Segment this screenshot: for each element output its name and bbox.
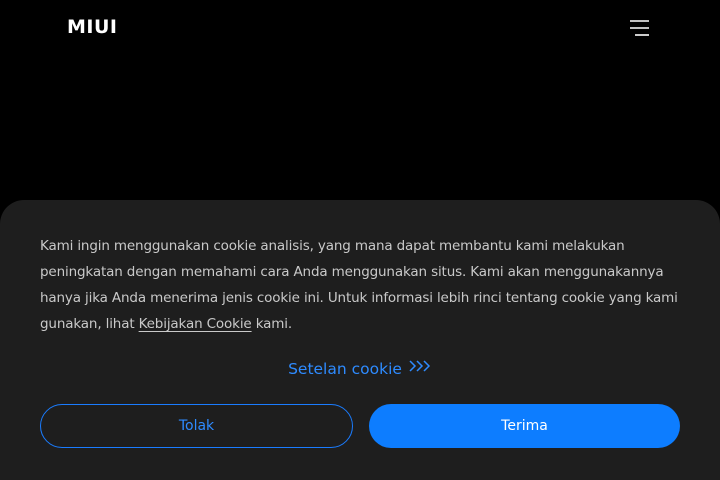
accept-button[interactable]: Terima — [369, 404, 680, 448]
page: MIUI Kami ingin menggunakan cookie anali… — [0, 0, 720, 480]
menu-button[interactable] — [626, 16, 654, 40]
site-header: MIUI — [0, 0, 720, 56]
cookie-message: Kami ingin menggunakan cookie analisis, … — [40, 233, 685, 337]
cookie-consent-panel: Kami ingin menggunakan cookie analisis, … — [0, 200, 720, 480]
cookie-policy-link[interactable]: Kebijakan Cookie — [139, 316, 252, 332]
reject-button[interactable]: Tolak — [40, 404, 353, 448]
cookie-settings-link[interactable]: Setelan cookie — [0, 358, 720, 380]
hamburger-menu-icon — [630, 20, 649, 36]
cookie-message-suffix: kami. — [251, 316, 293, 332]
cookie-settings-label: Setelan cookie — [288, 360, 402, 378]
triple-chevron-right-icon — [408, 357, 432, 379]
miui-logo[interactable]: MIUI — [67, 16, 117, 38]
cookie-message-text: Kami ingin menggunakan cookie analisis, … — [40, 238, 678, 332]
